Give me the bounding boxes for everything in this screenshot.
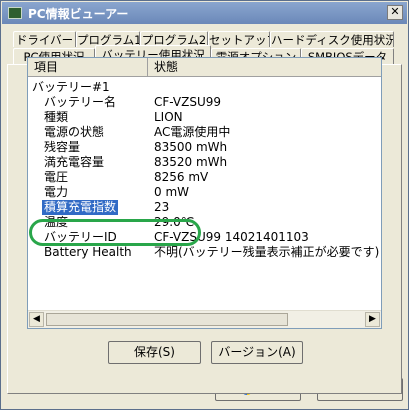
list-item[interactable]: 電圧 8256 mV — [28, 170, 381, 185]
item-name: Battery Health — [44, 245, 132, 259]
item-name: 電力 — [44, 185, 69, 199]
list-item[interactable]: 満充電容量 83520 mWh — [28, 155, 381, 170]
horizontal-scrollbar[interactable]: ◀ ▶ — [28, 310, 381, 328]
item-value: AC電源使用中 — [154, 125, 231, 139]
item-value: 不明(バッテリー残量表示補正が必要です) — [154, 245, 380, 259]
scrollbar-thumb[interactable] — [46, 313, 288, 326]
item-value: LION — [154, 110, 183, 124]
window-title: PC情報ビューアー — [28, 6, 129, 21]
item-value: 23 — [154, 200, 170, 214]
tab-harddisk-usage[interactable]: ハードディスク使用状況 — [270, 31, 394, 47]
scroll-left-icon[interactable]: ◀ — [29, 312, 44, 327]
scroll-right-icon[interactable]: ▶ — [365, 312, 380, 327]
save-button-label: 保存(S) — [134, 345, 175, 359]
item-name: 電源の状態 — [44, 125, 105, 139]
item-name: 電圧 — [44, 170, 69, 184]
tab-drivers[interactable]: ドライバー — [13, 31, 76, 47]
list-item[interactable]: Battery Health 不明(バッテリー残量表示補正が必要です) — [28, 245, 381, 260]
battery-info-list[interactable]: 項目 状態 バッテリー#1 バッテリー名 CF-VZSU99 種類 LION 電… — [27, 57, 382, 329]
item-name: 残容量 — [44, 140, 81, 154]
item-value: 83520 mWh — [154, 155, 228, 169]
list-item[interactable]: 電力 0 mW — [28, 185, 381, 200]
list-item[interactable]: バッテリー#1 — [28, 80, 381, 95]
list-item[interactable]: 電源の状態 AC電源使用中 — [28, 125, 381, 140]
item-name: 種類 — [44, 110, 69, 124]
item-value: CF-VZSU99 — [154, 95, 222, 109]
item-value: 8256 mV — [154, 170, 209, 184]
close-icon[interactable]: ✕ — [387, 5, 403, 20]
column-header-item[interactable]: 項目 — [28, 58, 148, 76]
item-name: バッテリー#1 — [32, 80, 110, 94]
app-icon — [8, 7, 22, 19]
highlight-annotation — [29, 219, 201, 246]
list-item[interactable]: 種類 LION — [28, 110, 381, 125]
item-name: 満充電容量 — [44, 155, 105, 169]
item-name: バッテリー名 — [44, 95, 117, 109]
list-item[interactable]: 残容量 83500 mWh — [28, 140, 381, 155]
list-header: 項目 状態 — [28, 58, 381, 77]
version-button-label: バージョン(A) — [218, 345, 296, 359]
tab-setup[interactable]: セットアップ — [208, 31, 270, 47]
list-item[interactable]: バッテリー名 CF-VZSU99 — [28, 95, 381, 110]
column-header-status[interactable]: 状態 — [148, 58, 381, 76]
save-button[interactable]: 保存(S) — [108, 341, 201, 364]
item-name: 積算充電指数 — [42, 200, 119, 215]
version-button[interactable]: バージョン(A) — [211, 341, 303, 364]
list-item-selected[interactable]: 積算充電指数 23 — [28, 200, 381, 215]
item-value: 83500 mWh — [154, 140, 228, 154]
item-value: 0 mW — [154, 185, 190, 199]
main-window: PC情報ビューアー ✕ ドライバー プログラム1 プログラム2 セットアップ ハ… — [0, 0, 409, 410]
title-bar[interactable]: PC情報ビューアー ✕ — [2, 2, 407, 24]
